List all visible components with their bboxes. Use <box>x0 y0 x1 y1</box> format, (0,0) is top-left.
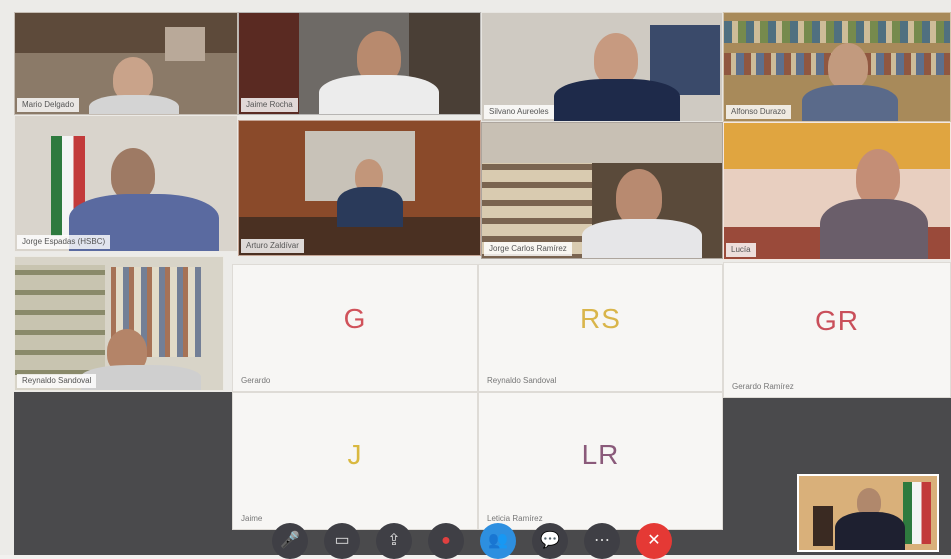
participant-avatar-tile[interactable]: RS Reynaldo Sandoval <box>478 264 723 392</box>
participant-body <box>554 79 680 121</box>
participant-body <box>582 219 702 258</box>
participant-avatar-tile[interactable]: LR Leticia Ramírez <box>478 392 723 530</box>
participant-face <box>594 33 638 85</box>
participant-tile[interactable]: Alfonso Durazo <box>723 12 951 122</box>
participant-tile[interactable]: Arturo Zaldívar <box>238 120 481 256</box>
participant-name: Jorge Carlos Ramírez <box>484 242 572 256</box>
participant-face <box>856 149 900 205</box>
more-options-icon[interactable]: ⋯ <box>584 523 620 559</box>
participant-tile[interactable]: Lucía <box>723 122 951 260</box>
participant-name: Leticia Ramírez <box>487 514 543 523</box>
participant-name: Reynaldo Sandoval <box>487 376 557 385</box>
participant-face <box>616 169 662 225</box>
participant-initials: GR <box>815 305 859 336</box>
participant-body <box>89 95 179 114</box>
participant-name: Mario Delgado <box>17 98 80 112</box>
participant-name: Reynaldo Sandoval <box>17 374 97 388</box>
participant-body <box>802 85 898 121</box>
participant-face <box>111 148 155 200</box>
participant-name: Jaime Rocha <box>241 98 298 112</box>
participant-body <box>319 75 439 114</box>
record-icon[interactable]: ● <box>428 523 464 559</box>
participant-name: Jaime <box>241 514 263 523</box>
leave-call-icon[interactable]: ✕ <box>636 523 672 559</box>
participant-initials: J <box>347 439 363 470</box>
participant-tile[interactable]: Jorge Carlos Ramírez <box>481 122 723 259</box>
participant-body <box>820 199 928 259</box>
video-icon[interactable]: ▭ <box>324 523 360 559</box>
share-screen-icon[interactable]: ⇪ <box>376 523 412 559</box>
participant-name: Lucía <box>726 243 756 257</box>
participant-avatar-tile[interactable]: GR Gerardo Ramírez <box>723 262 951 398</box>
participant-tile[interactable]: Mario Delgado <box>14 12 238 115</box>
participant-name: Gerardo <box>241 376 271 385</box>
participant-name: Jorge Espadas (HSBC) <box>17 235 111 249</box>
participant-initials: LR <box>581 439 620 470</box>
participant-tile[interactable]: Reynaldo Sandoval <box>14 256 224 391</box>
participant-name: Silvano Aureoles <box>484 105 554 119</box>
participant-body <box>81 365 201 390</box>
participants-icon[interactable]: 👥 <box>480 523 516 559</box>
participant-avatar-tile[interactable]: G Gerardo <box>232 264 478 392</box>
participant-avatar-tile[interactable]: J Jaime <box>232 392 478 530</box>
participant-initials: RS <box>580 303 621 334</box>
participant-face <box>828 43 868 89</box>
self-view-tile[interactable] <box>797 474 939 552</box>
participant-name: Arturo Zaldívar <box>241 239 304 253</box>
participant-body <box>337 187 403 227</box>
participant-tile[interactable]: Jaime Rocha <box>238 12 481 115</box>
mic-icon[interactable]: 🎤 <box>272 523 308 559</box>
participant-name: Alfonso Durazo <box>726 105 791 119</box>
meeting-stage: Mario Delgado Jaime Rocha Silvano Aureol… <box>0 0 951 559</box>
chat-icon[interactable]: 💬 <box>532 523 568 559</box>
participant-tile[interactable]: Silvano Aureoles <box>481 12 723 122</box>
participant-tile[interactable]: Jorge Espadas (HSBC) <box>14 115 238 252</box>
meeting-toolbar: 🎤 ▭ ⇪ ● 👥 💬 ⋯ ✕ <box>272 523 692 559</box>
participant-initials: G <box>343 303 367 334</box>
self-body <box>835 512 905 550</box>
participant-name: Gerardo Ramírez <box>732 382 794 391</box>
